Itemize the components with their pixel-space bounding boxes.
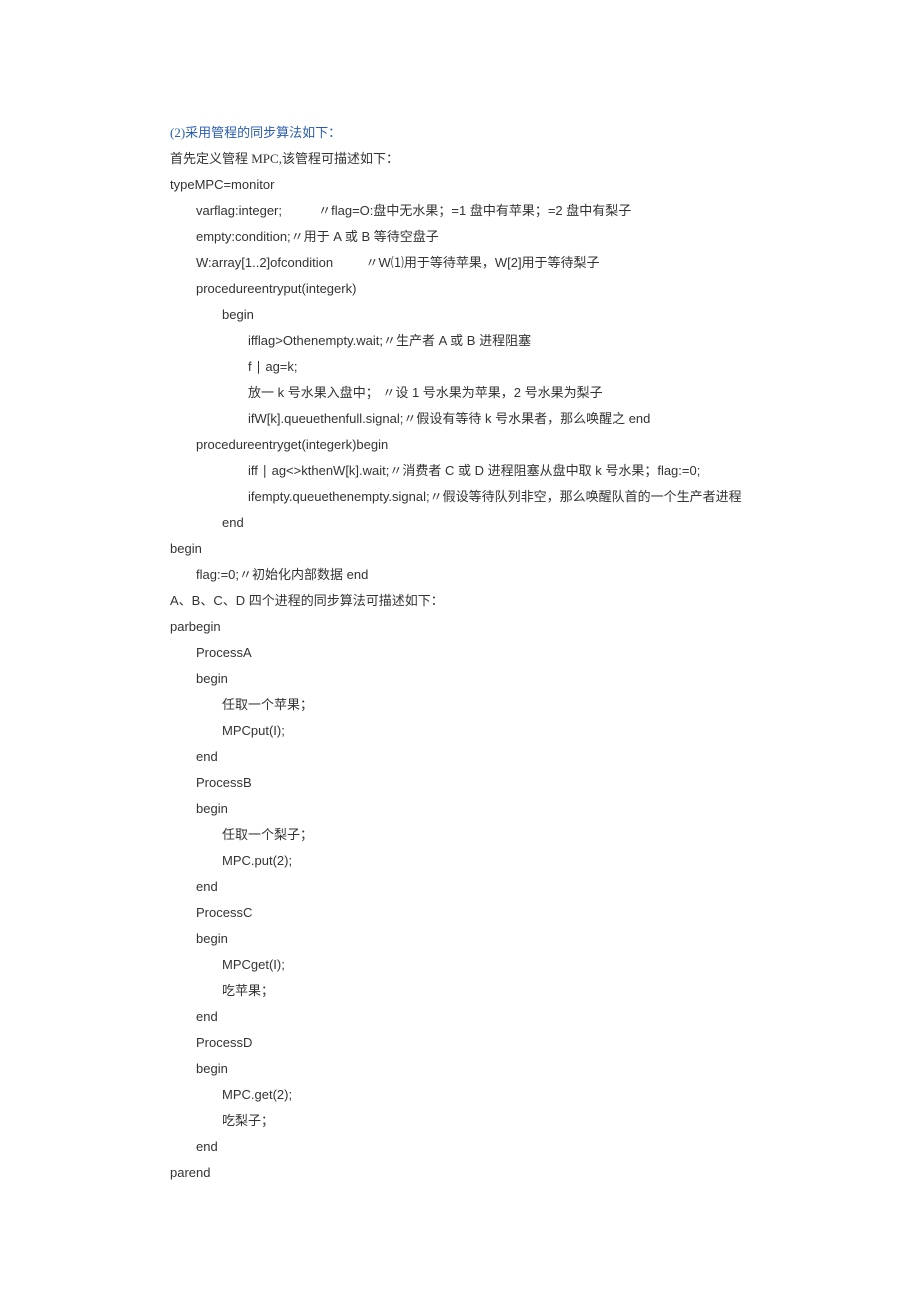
code-line: MPCput(I); — [170, 718, 750, 744]
code-line: procedureentryget(integerk)begin — [170, 432, 750, 458]
code-line: begin — [170, 1056, 750, 1082]
code-line: ProcessC — [170, 900, 750, 926]
code-line: end — [170, 744, 750, 770]
code-line: begin — [170, 666, 750, 692]
code-line: empty:condition;〃用于 A 或 B 等待空盘子 — [170, 224, 750, 250]
code-line: begin — [170, 796, 750, 822]
code-line: MPCget(I); — [170, 952, 750, 978]
code-line: 吃梨子； — [170, 1108, 750, 1134]
code-line: ProcessD — [170, 1030, 750, 1056]
code-line: W:array[1..2]ofcondition 〃W⑴用于等待苹果，W[2]用… — [170, 250, 750, 276]
code-line: (2)采用管程的同步算法如下： — [170, 120, 750, 146]
code-line: MPC.get(2); — [170, 1082, 750, 1108]
code-line: varflag:integer; 〃flag=O:盘中无水果；=1 盘中有苹果；… — [170, 198, 750, 224]
code-line: ProcessA — [170, 640, 750, 666]
code-line: MPC.put(2); — [170, 848, 750, 874]
code-line: end — [170, 510, 750, 536]
code-line: flag:=0;〃初始化内部数据 end — [170, 562, 750, 588]
code-line: end — [170, 1004, 750, 1030]
code-line: ifW[k].queuethenfull.signal;〃假设有等待 k 号水果… — [170, 406, 750, 432]
code-line: ifempty.queuethenempty.signal;〃假设等待队列非空，… — [170, 484, 750, 510]
code-line: end — [170, 874, 750, 900]
code-line: 首先定义管程 MPC,该管程可描述如下： — [170, 146, 750, 172]
code-line: ifflag>Othenempty.wait;〃生产者 A 或 B 进程阻塞 — [170, 328, 750, 354]
code-line: end — [170, 1134, 750, 1160]
code-line: 任取一个苹果； — [170, 692, 750, 718]
code-line: A、B、C、D 四个进程的同步算法可描述如下： — [170, 588, 750, 614]
code-line: 任取一个梨子； — [170, 822, 750, 848]
code-line: 吃苹果； — [170, 978, 750, 1004]
code-line: parbegin — [170, 614, 750, 640]
document-body: (2)采用管程的同步算法如下：首先定义管程 MPC,该管程可描述如下：typeM… — [170, 120, 750, 1186]
code-line: procedureentryput(integerk) — [170, 276, 750, 302]
code-line: parend — [170, 1160, 750, 1186]
code-line: ProcessB — [170, 770, 750, 796]
code-line: typeMPC=monitor — [170, 172, 750, 198]
code-line: iff ∣ ag<>kthenW[k].wait;〃消费者 C 或 D 进程阻塞… — [170, 458, 750, 484]
code-line: begin — [170, 536, 750, 562]
code-line: begin — [170, 926, 750, 952]
code-line: 放一 k 号水果入盘中； 〃设 1 号水果为苹果，2 号水果为梨子 — [170, 380, 750, 406]
code-line: begin — [170, 302, 750, 328]
code-line: f ∣ ag=k; — [170, 354, 750, 380]
